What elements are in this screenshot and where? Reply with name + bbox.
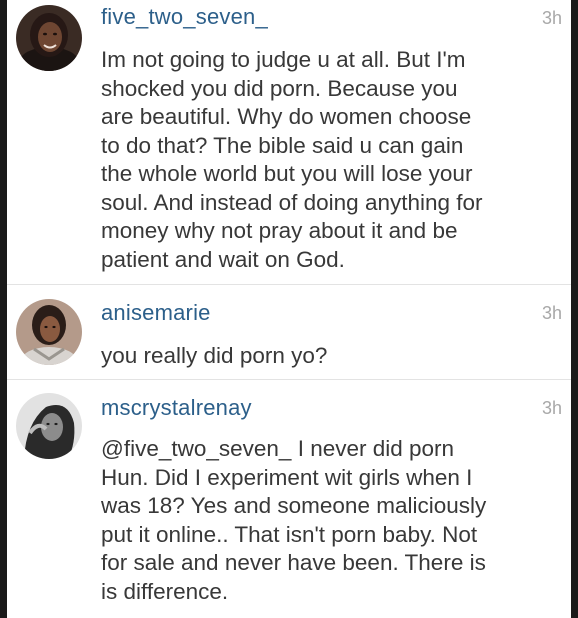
- comment-text: @five_two_seven_ I never did porn Hun. D…: [101, 435, 561, 606]
- comment-text: you really did porn yo?: [101, 342, 561, 371]
- comment-item: five_two_seven_ 3h Im not going to judge…: [7, 0, 571, 285]
- comment-item: mscrystalrenay 3h @five_two_seven_ I nev…: [7, 380, 571, 618]
- comment-text-line: are beautiful. Why do women choose: [101, 104, 472, 129]
- comment-text-line: the whole world but you will lose your: [101, 161, 473, 186]
- comments-list: five_two_seven_ 3h Im not going to judge…: [7, 0, 571, 618]
- comment-timestamp: 3h: [541, 8, 562, 28]
- avatar[interactable]: [16, 393, 82, 459]
- comment-text-line: patient and wait on God.: [101, 246, 345, 272]
- comment-text-line: Im not going to judge u at all. But I'm: [101, 47, 466, 72]
- comment-text-line: was 18? Yes and someone maliciously: [101, 493, 487, 518]
- comment-timestamp: 3h: [541, 303, 562, 323]
- comment-text-line: put it online.. That isn't porn baby. No…: [101, 521, 478, 547]
- profile-photo-icon: [16, 5, 82, 71]
- comment-text-line: @five_two_seven_ I never did porn: [101, 436, 455, 461]
- comment-item: anisemarie 3h you really did porn yo?: [7, 285, 571, 380]
- comment-text-line: money why not pray about it and be: [101, 218, 458, 243]
- comment-username[interactable]: five_two_seven_: [101, 4, 268, 30]
- comment-text-line: Hun. Did I experiment wit girls when I: [101, 464, 473, 490]
- comment-text-line: to do that? The bible said u can gain: [101, 132, 464, 158]
- comment-timestamp: 3h: [541, 398, 562, 418]
- profile-photo-icon: [16, 393, 82, 459]
- comment-text-line: for sale and never have been. There is: [101, 550, 486, 575]
- comment-text-line: soul. And instead of doing anything for: [101, 189, 483, 215]
- comment-text-line: is difference.: [101, 578, 229, 604]
- comment-username[interactable]: anisemarie: [101, 300, 211, 326]
- comment-text-line: you really did porn yo?: [101, 343, 328, 368]
- avatar[interactable]: [16, 5, 82, 71]
- comment-text: Im not going to judge u at all. But I'm …: [101, 46, 561, 274]
- comment-username[interactable]: mscrystalrenay: [101, 395, 252, 421]
- avatar[interactable]: [16, 299, 82, 365]
- profile-photo-icon: [16, 299, 82, 365]
- comment-text-line: shocked you did porn. Because you: [101, 75, 458, 101]
